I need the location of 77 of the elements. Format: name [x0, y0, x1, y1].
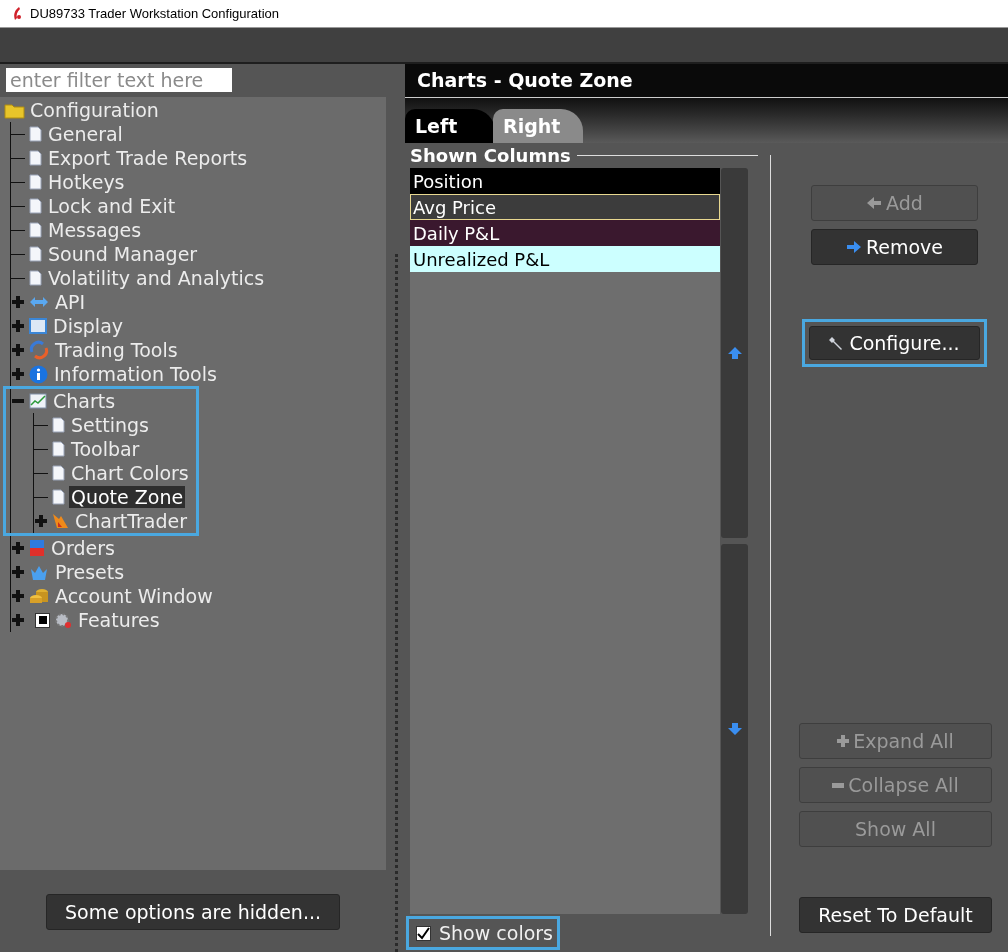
tree-item[interactable]: ChartTrader: [73, 510, 190, 532]
document-icon: [29, 150, 42, 166]
line-chart-icon: [29, 393, 47, 409]
tree-item[interactable]: Account Window: [53, 585, 215, 607]
document-icon: [52, 489, 65, 505]
filter-field[interactable]: enter filter text here: [6, 68, 232, 92]
action-button[interactable]: Configure...: [809, 326, 980, 360]
document-icon: [29, 222, 42, 238]
window-title: DU89733 Trader Workstation Configuration: [30, 4, 280, 23]
right-arrow-icon: [845, 240, 862, 254]
tree-item[interactable]: Chart Colors: [69, 462, 191, 484]
coins-icon: [29, 587, 49, 605]
tree-item[interactable]: Configuration: [30, 95, 159, 125]
reset-button[interactable]: Reset To Default: [799, 897, 992, 933]
document-icon: [29, 174, 42, 190]
window-icon: [29, 318, 47, 334]
tree-item[interactable]: Toolbar: [69, 438, 142, 460]
tree-item[interactable]: Presets: [53, 561, 127, 583]
checkmark-icon: [417, 926, 430, 940]
list-item[interactable]: Position: [410, 168, 720, 194]
tree-item[interactable]: API: [53, 291, 88, 313]
gear-icon: [54, 611, 72, 629]
checkbox[interactable]: [35, 612, 50, 628]
document-icon: [52, 465, 65, 481]
up-arrow-icon: [726, 346, 743, 360]
tree-item[interactable]: Sound Manager: [46, 243, 200, 265]
circular-arrows-icon: [29, 340, 49, 360]
list-item[interactable]: Avg Price: [410, 194, 720, 220]
expand-icon[interactable]: [11, 343, 25, 357]
tree-item[interactable]: Features: [76, 609, 162, 631]
expand-icon[interactable]: [11, 589, 25, 603]
tree-item[interactable]: Export Trade Reports: [46, 147, 250, 169]
hidden-options-button[interactable]: Some options are hidden...: [46, 894, 340, 930]
list-item[interactable]: Unrealized P&L: [410, 246, 720, 272]
section-heading: Shown Columns: [410, 143, 571, 168]
expand-icon[interactable]: [11, 295, 25, 309]
flame-icon: [52, 513, 69, 529]
tree-item[interactable]: Orders: [49, 537, 117, 559]
tree-item[interactable]: Messages: [46, 219, 144, 241]
tree-item[interactable]: Settings: [69, 414, 151, 436]
left-arrow-icon: [866, 196, 883, 210]
double-arrow-icon: [29, 295, 49, 309]
tree-item[interactable]: Trading Tools: [53, 339, 180, 361]
folder-icon: [4, 101, 26, 119]
panel-title: Charts - Quote Zone: [417, 68, 633, 94]
tree-item[interactable]: Information Tools: [52, 363, 219, 385]
checkbox-label[interactable]: Show colors: [439, 918, 553, 948]
tab[interactable]: Left: [405, 109, 495, 143]
action-button[interactable]: Remove: [811, 229, 978, 265]
expand-icon[interactable]: [11, 367, 25, 381]
tree-item[interactable]: General: [46, 123, 125, 145]
expand-icon[interactable]: [11, 541, 25, 555]
app-logo-icon: [12, 5, 22, 22]
tree-item[interactable]: Quote Zone: [69, 486, 186, 508]
expand-icon[interactable]: [11, 613, 25, 627]
tree-item[interactable]: Charts: [51, 390, 118, 412]
document-icon: [52, 417, 65, 433]
tree-item[interactable]: Volatility and Analytics: [46, 267, 267, 289]
order-ticket-icon: [29, 539, 45, 557]
document-icon: [29, 126, 42, 142]
info-icon: [29, 364, 48, 384]
document-icon: [29, 198, 42, 214]
tree-item[interactable]: Lock and Exit: [46, 195, 178, 217]
expand-icon[interactable]: [34, 514, 48, 528]
minus-icon: [832, 782, 845, 788]
tree-item[interactable]: Hotkeys: [46, 171, 127, 193]
tree-item[interactable]: Display: [51, 315, 126, 337]
expand-icon[interactable]: [11, 565, 25, 579]
expand-icon[interactable]: [11, 319, 25, 333]
list-item[interactable]: Daily P&L: [410, 220, 720, 246]
checkbox[interactable]: [416, 925, 431, 941]
document-icon: [52, 441, 65, 457]
document-icon: [29, 246, 42, 262]
plus-icon: [837, 735, 850, 747]
document-icon: [29, 270, 42, 286]
tab[interactable]: Right: [493, 109, 583, 143]
down-arrow-icon: [726, 722, 743, 736]
